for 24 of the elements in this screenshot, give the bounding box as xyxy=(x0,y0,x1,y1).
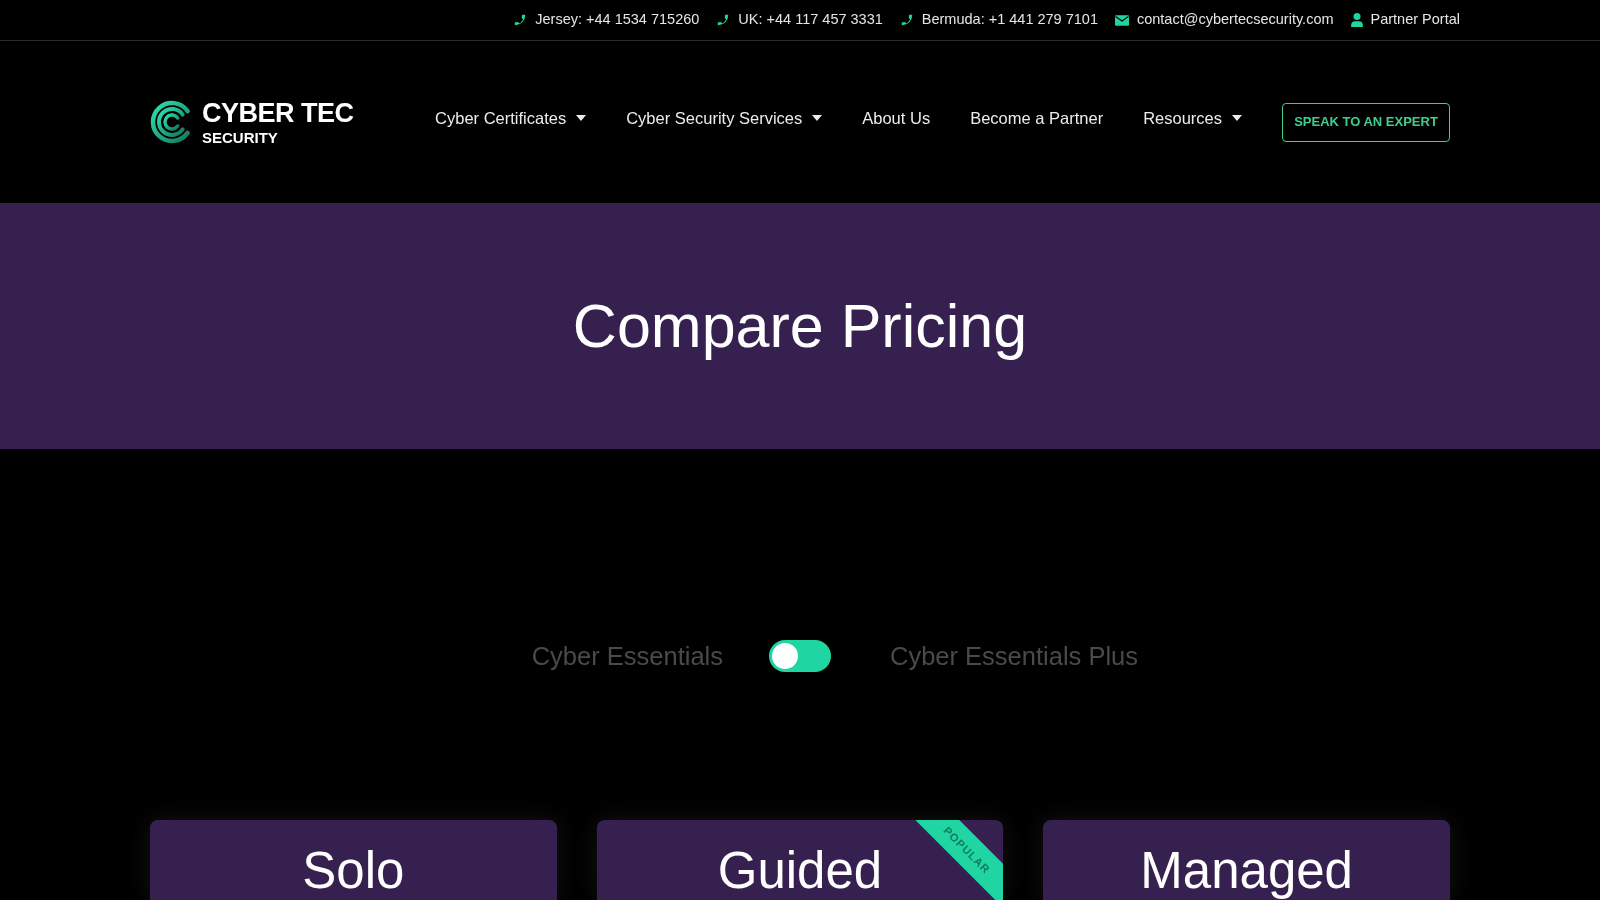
portal-link[interactable]: Partner Portal xyxy=(1350,9,1460,31)
plan-toggle[interactable] xyxy=(769,640,831,672)
plan-option-label: Cyber Essentials Plus xyxy=(889,641,1138,672)
phone-icon xyxy=(899,13,914,27)
logo-wordmark: CYBER TEC xyxy=(202,99,354,127)
cta-button[interactable]: SPEAK TO AN EXPERT xyxy=(1282,102,1450,142)
phone-link[interactable]: Bermuda: +1 441 279 7101 xyxy=(899,9,1098,31)
phone-link[interactable]: Jersey: +44 1534 715260 xyxy=(513,9,700,31)
plan-title: Solo xyxy=(302,845,405,896)
toggle-knob[interactable] xyxy=(772,643,798,669)
user-icon xyxy=(1350,13,1363,27)
phone-link[interactable]: UK: +44 117 457 3331 xyxy=(716,9,883,31)
plan-option-label: Cyber Essentials xyxy=(531,641,724,672)
envelope-icon xyxy=(1114,14,1129,26)
phone-icon xyxy=(716,13,731,27)
email-link[interactable]: contact@cybertecsecurity.com xyxy=(1114,9,1334,31)
logo-tagline: SECURITY xyxy=(202,129,279,145)
nav-link[interactable]: Cyber Security Services xyxy=(626,105,823,131)
plan-title: Guided xyxy=(717,845,883,896)
nav-link[interactable]: Cyber Certificates xyxy=(435,105,587,131)
nav-link[interactable]: Resources xyxy=(1143,105,1242,131)
nav-link[interactable]: About Us xyxy=(862,105,931,131)
nav-link[interactable]: Become a Partner xyxy=(970,105,1104,131)
phone-icon xyxy=(513,13,528,27)
